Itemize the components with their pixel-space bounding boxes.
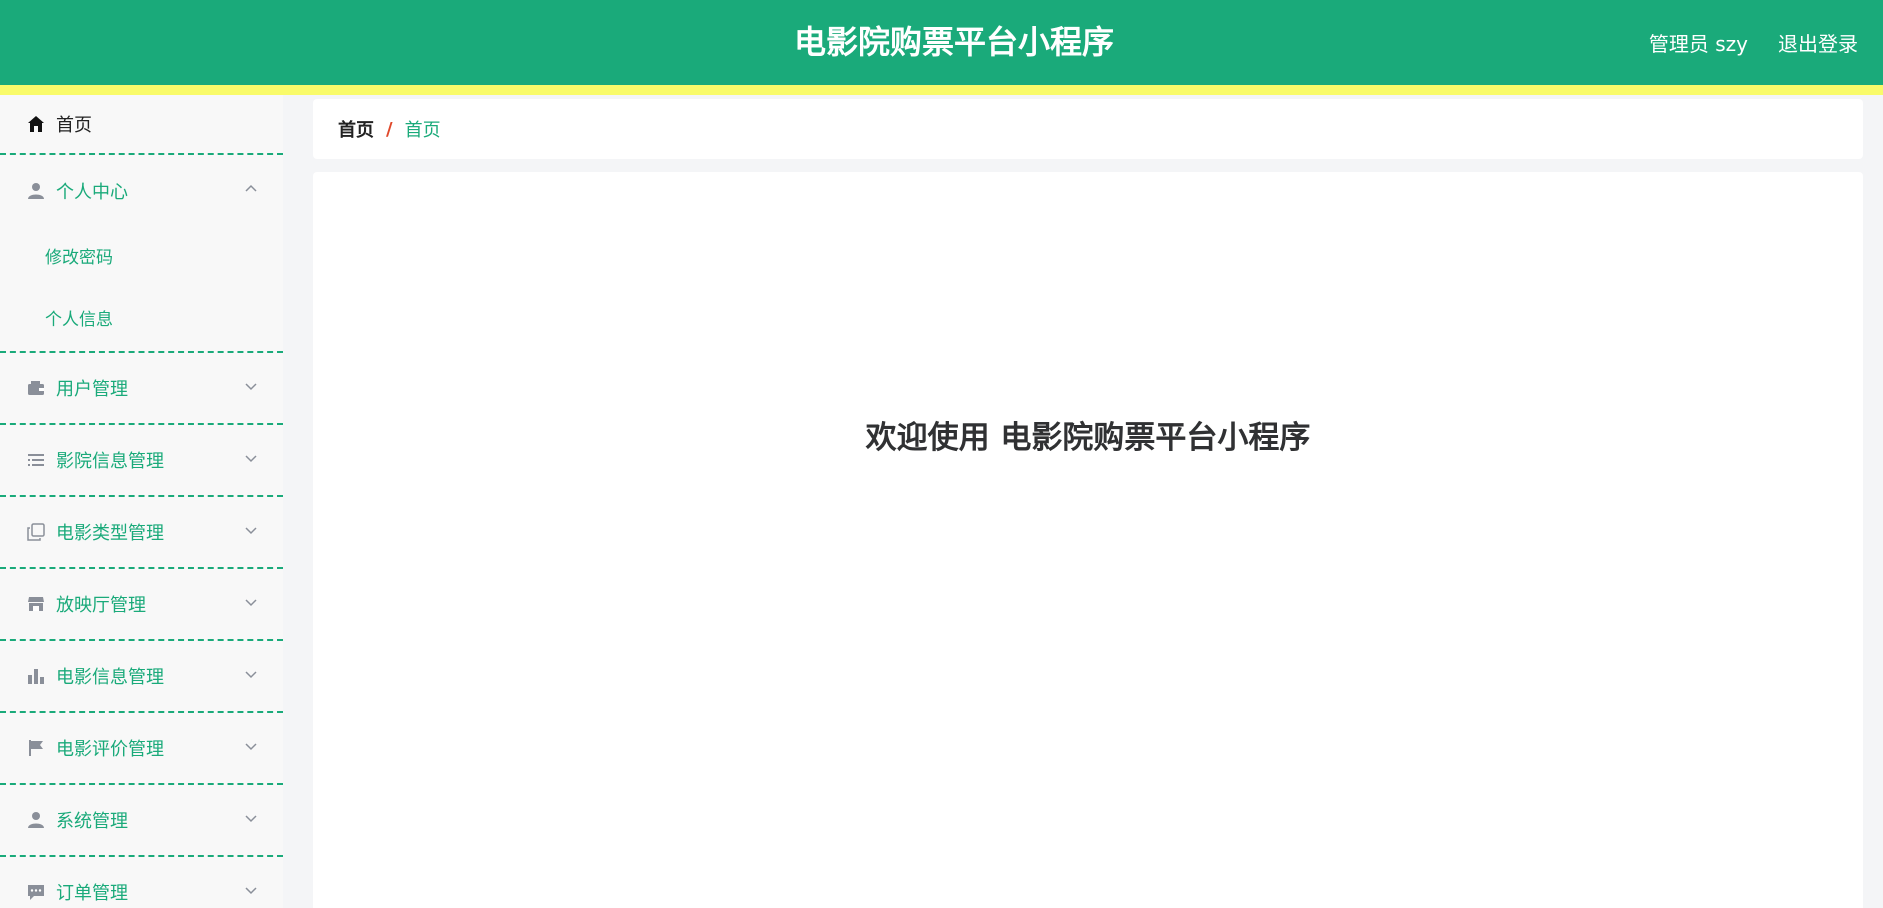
welcome-heading: 欢迎使用 电影院购票平台小程序 [865, 420, 1311, 456]
sidebar-item-cinema-info[interactable]: 影院信息管理 [0, 425, 283, 497]
chevron-down-icon [245, 455, 257, 463]
submenu-personal-info[interactable]: 个人信息 [0, 289, 283, 351]
breadcrumb-separator: / [386, 118, 393, 140]
home-icon [26, 114, 46, 134]
app-title: 电影院购票平台小程序 [793, 23, 1114, 61]
sidebar-item-movie-type[interactable]: 电影类型管理 [0, 497, 283, 569]
chevron-down-icon [245, 671, 257, 679]
chevron-down-icon [245, 743, 257, 751]
user-icon [26, 810, 46, 830]
submenu-change-password[interactable]: 修改密码 [0, 227, 283, 289]
sidebar-item-movie-info[interactable]: 电影信息管理 [0, 641, 283, 713]
sidebar: 首页 个人中心 修改密码 个人信息 用户管理 影院信息管理 电影类型管理 放映厅… [0, 95, 283, 908]
sidebar-item-label: 影院信息管理 [56, 451, 164, 472]
chevron-down-icon [245, 887, 257, 895]
sidebar-item-home[interactable]: 首页 [0, 95, 283, 155]
sidebar-item-label: 用户管理 [56, 379, 128, 400]
sidebar-item-system-management[interactable]: 系统管理 [0, 785, 283, 857]
sidebar-item-label: 电影评价管理 [56, 739, 164, 760]
copy-icon [26, 522, 46, 542]
header-accent-stripe [0, 85, 1883, 95]
sidebar-item-order-management[interactable]: 订单管理 [0, 857, 283, 908]
sidebar-item-label: 订单管理 [56, 883, 128, 904]
chevron-down-icon [245, 599, 257, 607]
list-icon [26, 450, 46, 470]
sidebar-item-user-management[interactable]: 用户管理 [0, 353, 283, 425]
sidebar-item-movie-review[interactable]: 电影评价管理 [0, 713, 283, 785]
message-icon [26, 882, 46, 902]
personal-center-submenu: 修改密码 个人信息 [0, 227, 283, 353]
breadcrumb-root[interactable]: 首页 [338, 116, 374, 142]
shop-icon [26, 594, 46, 614]
sidebar-item-label: 电影类型管理 [56, 523, 164, 544]
chevron-up-icon [245, 184, 257, 192]
sidebar-item-label: 放映厅管理 [56, 595, 146, 616]
chevron-down-icon [245, 815, 257, 823]
sidebar-item-label: 系统管理 [56, 811, 128, 832]
logout-button[interactable]: 退出登录 [1778, 28, 1858, 57]
sidebar-item-label: 电影信息管理 [56, 667, 164, 688]
sidebar-item-screening-hall[interactable]: 放映厅管理 [0, 569, 283, 641]
bar-chart-icon [26, 666, 46, 686]
user-icon [26, 181, 46, 201]
sidebar-item-personal-center[interactable]: 个人中心 [0, 155, 283, 227]
sidebar-item-label: 个人中心 [56, 182, 128, 203]
top-header: 电影院购票平台小程序 管理员 szy 退出登录 [0, 0, 1883, 85]
main-content: 欢迎使用 电影院购票平台小程序 [313, 172, 1863, 908]
chevron-down-icon [245, 527, 257, 535]
breadcrumb: 首页 / 首页 [313, 99, 1863, 159]
flag-icon [26, 738, 46, 758]
sidebar-item-label: 首页 [56, 115, 92, 136]
breadcrumb-current: 首页 [404, 120, 441, 141]
wallet-icon [26, 378, 46, 398]
chevron-down-icon [245, 383, 257, 391]
admin-user-label[interactable]: 管理员 szy [1649, 28, 1748, 57]
header-actions: 管理员 szy 退出登录 [1649, 0, 1858, 85]
